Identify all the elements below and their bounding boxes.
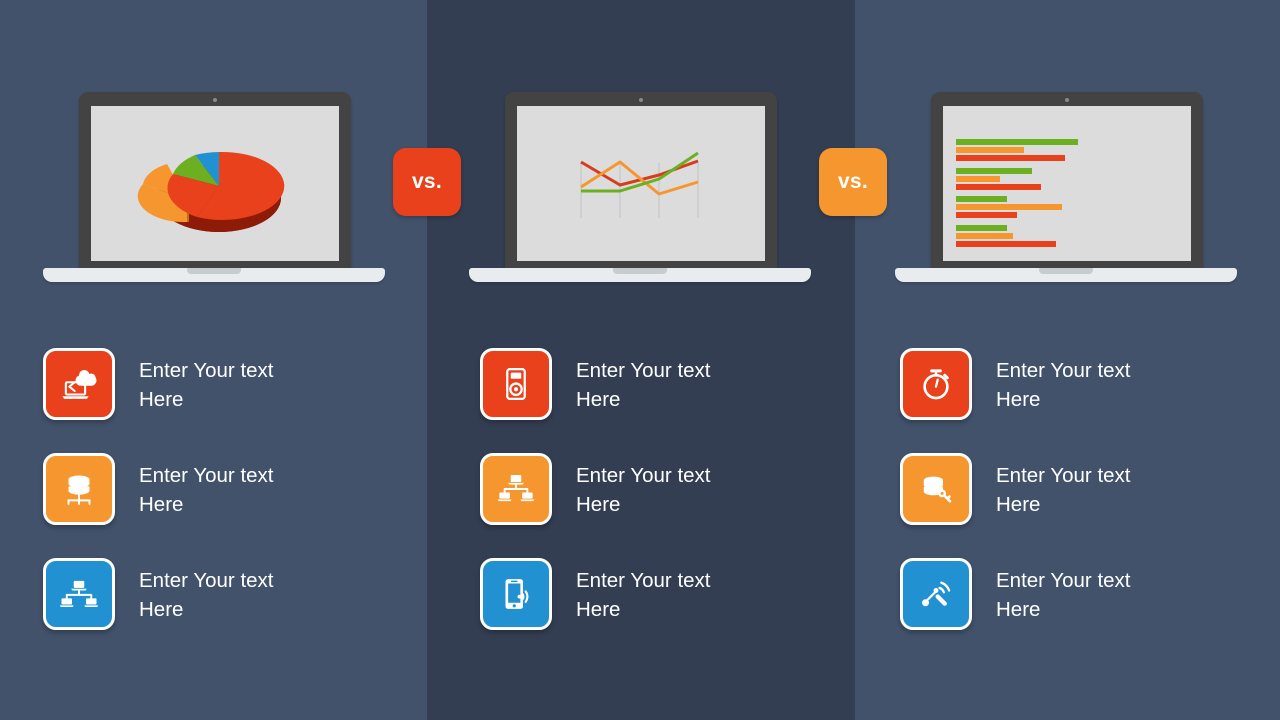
feature-text: Enter Your text Here <box>576 558 710 624</box>
column-center: Enter Your text Here Enter Your text Her… <box>480 348 880 663</box>
stopwatch-icon[interactable] <box>900 348 972 420</box>
feature-text-line2: Here <box>576 493 621 516</box>
laptop-base-notch <box>1039 268 1093 274</box>
column-left: Enter Your text Here Enter Your text Her… <box>43 348 443 663</box>
feature-text-line1: Enter Your text <box>576 464 711 487</box>
feature-text: Enter Your text Here <box>139 558 273 624</box>
vs-badge-2-label: vs. <box>837 170 869 193</box>
bar-group-1 <box>956 139 1078 161</box>
laptop-lid <box>505 92 777 272</box>
pie-chart <box>137 151 285 232</box>
feature-row[interactable]: Enter Your text Here <box>43 348 443 453</box>
column-right: Enter Your text Here Enter Your text Her… <box>900 348 1280 663</box>
feature-text-line2: Here <box>139 388 184 411</box>
bar-group-3 <box>956 196 1062 218</box>
laptop-lid <box>931 92 1203 272</box>
bar-group-4 <box>956 225 1056 247</box>
feature-text-line1: Enter Your text <box>139 464 274 487</box>
laptop-base-notch <box>613 268 667 274</box>
webcam-icon <box>213 98 217 102</box>
laptop-mockup-center <box>469 92 811 297</box>
feature-text: Enter Your text Here <box>576 453 710 519</box>
feature-text: Enter Your text Here <box>139 453 273 519</box>
feature-row[interactable]: Enter Your text Here <box>43 558 443 663</box>
feature-text-line1: Enter Your text <box>576 359 711 382</box>
mobile-wifi-icon[interactable] <box>480 558 552 630</box>
database-stack-icon[interactable] <box>43 453 115 525</box>
feature-text-line2: Here <box>139 493 184 516</box>
feature-text: Enter Your text Here <box>576 348 710 414</box>
feature-text-line1: Enter Your text <box>139 359 274 382</box>
feature-text-line2: Here <box>139 598 184 621</box>
feature-text-line2: Here <box>996 493 1041 516</box>
cloud-laptop-icon[interactable] <box>43 348 115 420</box>
feature-text-line1: Enter Your text <box>996 464 1131 487</box>
feature-text: Enter Your text Here <box>996 558 1130 624</box>
bar-group-2 <box>956 168 1041 190</box>
feature-text-line1: Enter Your text <box>996 569 1131 592</box>
database-key-icon[interactable] <box>900 453 972 525</box>
network-topology-icon[interactable] <box>43 558 115 630</box>
sitemap-icon[interactable] <box>480 453 552 525</box>
feature-text-line2: Here <box>996 598 1041 621</box>
vs-badge-1: vs. <box>393 148 461 216</box>
bar-chart <box>956 139 1078 247</box>
laptop-base-notch <box>187 268 241 274</box>
webcam-icon <box>639 98 643 102</box>
vs-badge-1-label: vs. <box>411 170 443 193</box>
media-player-icon[interactable] <box>480 348 552 420</box>
feature-text: Enter Your text Here <box>996 348 1130 414</box>
line-chart <box>580 151 699 218</box>
feature-text-line1: Enter Your text <box>576 569 711 592</box>
laptop-screen-pie-chart <box>91 106 339 261</box>
feature-row[interactable]: Enter Your text Here <box>900 558 1280 663</box>
laptop-screen-line-chart <box>517 106 765 261</box>
laptop-mockup-right <box>895 92 1237 297</box>
wireless-signal-icon[interactable] <box>900 558 972 630</box>
feature-row[interactable]: Enter Your text Here <box>900 453 1280 558</box>
slide-canvas: vs. vs. Enter Your text Here Enter Your … <box>0 0 1280 720</box>
feature-text-line2: Here <box>576 598 621 621</box>
feature-row[interactable]: Enter Your text Here <box>43 453 443 558</box>
feature-row[interactable]: Enter Your text Here <box>900 348 1280 453</box>
feature-text-line1: Enter Your text <box>996 359 1131 382</box>
feature-row[interactable]: Enter Your text Here <box>480 558 880 663</box>
feature-text-line1: Enter Your text <box>139 569 274 592</box>
feature-text: Enter Your text Here <box>139 348 273 414</box>
feature-row[interactable]: Enter Your text Here <box>480 453 880 558</box>
feature-text-line2: Here <box>576 388 621 411</box>
laptop-lid <box>79 92 351 272</box>
feature-row[interactable]: Enter Your text Here <box>480 348 880 453</box>
laptop-screen-bar-chart <box>943 106 1191 261</box>
webcam-icon <box>1065 98 1069 102</box>
feature-text-line2: Here <box>996 388 1041 411</box>
feature-text: Enter Your text Here <box>996 453 1130 519</box>
vs-badge-2: vs. <box>819 148 887 216</box>
laptop-mockup-left <box>43 92 385 297</box>
